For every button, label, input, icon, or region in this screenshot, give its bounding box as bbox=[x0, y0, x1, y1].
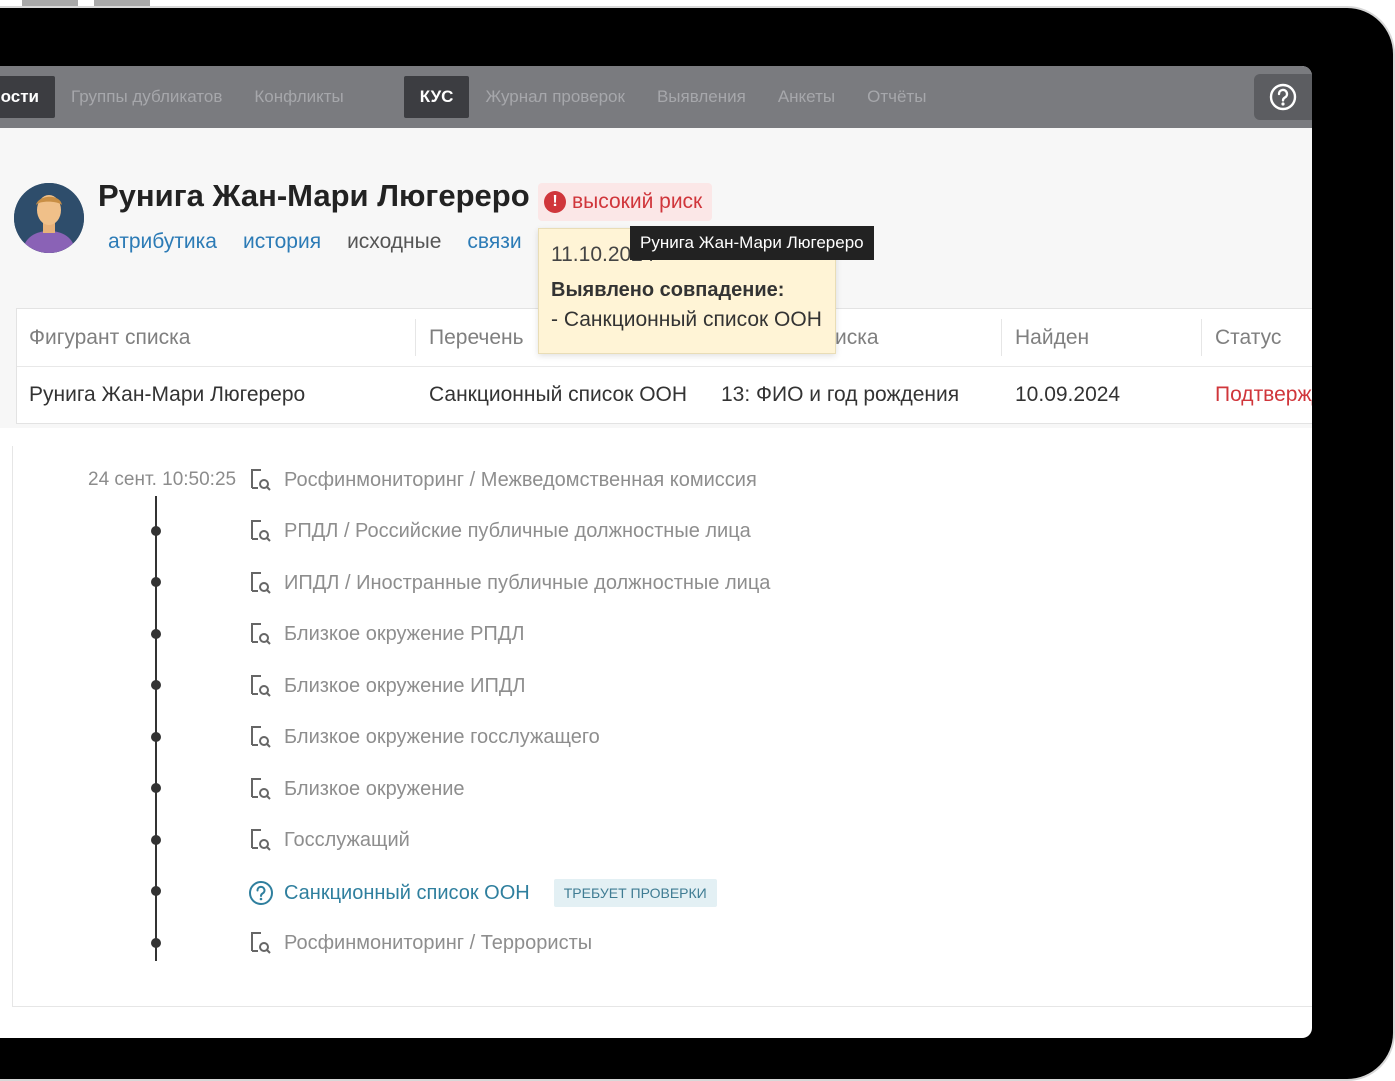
history-item-label: Санкционный список ООН bbox=[284, 881, 530, 904]
nav-item-duplicate-groups[interactable]: Группы дубликатов bbox=[55, 66, 238, 128]
col-header-list: Перечень bbox=[429, 326, 524, 349]
col-header-list-subject: Фигурант списка bbox=[29, 326, 191, 349]
document-search-icon bbox=[251, 675, 271, 697]
nav-item-forms[interactable]: Анкеты bbox=[762, 66, 851, 128]
person-name: Рунига Жан-Мари Люгереро bbox=[98, 178, 530, 213]
tab-history[interactable]: история bbox=[243, 230, 321, 254]
tab-source[interactable]: исходные bbox=[347, 230, 441, 254]
history-item-label: Близкое окружение госслужащего bbox=[284, 725, 600, 748]
col-divider bbox=[1201, 319, 1202, 356]
nav-item-conflicts[interactable]: Конфликты bbox=[238, 66, 359, 128]
cell-match-type: 13: ФИО и год рождения bbox=[721, 383, 960, 406]
document-search-icon bbox=[251, 469, 271, 491]
question-circle-icon bbox=[249, 881, 273, 905]
table-row[interactable]: Рунига Жан-Мари Люгереро Санкционный спи… bbox=[17, 366, 1312, 423]
risk-label: высокий риск bbox=[572, 190, 703, 213]
avatar bbox=[14, 183, 84, 253]
history-timestamp: 24 сент. 10:50:25 bbox=[88, 469, 237, 490]
history-item[interactable]: РПДЛ / Российские публичные должностные … bbox=[248, 518, 751, 544]
cell-list-subject: Рунига Жан-Мари Люгереро bbox=[29, 383, 306, 406]
tab-attributes[interactable]: атрибутика bbox=[108, 230, 217, 254]
user-avatar-icon bbox=[14, 183, 84, 253]
device-frame: щности Группы дубликатов Конфликты КУС Ж… bbox=[0, 8, 1393, 1079]
document-search-icon bbox=[251, 778, 271, 800]
col-header-found: Найден bbox=[1015, 326, 1090, 349]
timeline-dot bbox=[151, 732, 161, 742]
history-item-label: Росфинмониторинг / Межведомственная коми… bbox=[284, 468, 757, 491]
nav-item-reports[interactable]: Отчёты bbox=[851, 66, 942, 128]
popup-line: - Санкционный список ООН bbox=[551, 308, 822, 331]
history-item-label: Близкое окружение ИПДЛ bbox=[284, 674, 526, 697]
timeline-dot bbox=[151, 835, 161, 845]
app-screen: щности Группы дубликатов Конфликты КУС Ж… bbox=[0, 66, 1312, 1038]
history-item-label: ИПДЛ / Иностранные публичные должностные… bbox=[284, 571, 771, 594]
cell-status: Подтверждено bbox=[1215, 383, 1312, 406]
history-item[interactable]: ИПДЛ / Иностранные публичные должностные… bbox=[248, 570, 770, 596]
needs-review-badge: ТРЕБУЕТ ПРОВЕРКИ bbox=[553, 879, 717, 907]
nav-item-check-journal[interactable]: Журнал проверок bbox=[469, 66, 641, 128]
document-search-icon bbox=[251, 932, 271, 954]
document-search-icon bbox=[251, 829, 271, 851]
nav-item-entities[interactable]: щности bbox=[0, 76, 56, 118]
person-tabs: атрибутика история исходные связи bbox=[108, 230, 548, 254]
document-search-icon bbox=[251, 572, 271, 594]
history-item[interactable]: Росфинмониторинг / Террористы bbox=[248, 930, 592, 956]
col-header-match-type: иска bbox=[835, 326, 879, 349]
document-search-icon bbox=[251, 520, 271, 542]
history-item-active[interactable]: Санкционный список ООН ТРЕБУЕТ ПРОВЕРКИ bbox=[248, 879, 717, 907]
timeline-dot bbox=[151, 938, 161, 948]
col-divider bbox=[415, 319, 416, 356]
cell-list: Санкционный список ООН bbox=[429, 383, 688, 406]
history-item-label: Близкое окружение bbox=[284, 777, 465, 800]
cell-found: 10.09.2024 bbox=[1015, 383, 1121, 406]
history-item-label: РПДЛ / Российские публичные должностные … bbox=[284, 519, 751, 542]
history-item-label: Госслужащий bbox=[284, 828, 410, 851]
help-button[interactable] bbox=[1254, 74, 1312, 120]
top-stub-left bbox=[22, 0, 78, 8]
history-item[interactable]: Близкое окружение госслужащего bbox=[248, 724, 600, 750]
top-stub-right bbox=[94, 0, 150, 8]
timeline-dot bbox=[151, 680, 161, 690]
history-item[interactable]: Близкое окружение ИПДЛ bbox=[248, 673, 526, 699]
risk-badge: ! высокий риск bbox=[538, 183, 713, 221]
history-item-label: Росфинмониторинг / Террористы bbox=[284, 931, 593, 954]
popup-title: Выявлено совпадение: bbox=[551, 279, 785, 301]
help-icon bbox=[1269, 83, 1297, 111]
timeline-dot bbox=[151, 886, 161, 896]
history-item[interactable]: Росфинмониторинг / Межведомственная коми… bbox=[248, 467, 757, 493]
document-search-icon bbox=[251, 623, 271, 645]
col-divider bbox=[1001, 319, 1002, 356]
nav-item-kus[interactable]: КУС bbox=[403, 76, 470, 118]
history-item[interactable]: Близкое окружение РПДЛ bbox=[248, 621, 524, 647]
name-tooltip: Рунига Жан-Мари Люгереро bbox=[630, 226, 874, 260]
tab-links[interactable]: связи bbox=[467, 230, 521, 254]
col-header-status: Статус bbox=[1215, 326, 1282, 349]
timeline-dot bbox=[151, 629, 161, 639]
document-search-icon bbox=[251, 726, 271, 748]
history-item[interactable]: Госслужащий bbox=[248, 827, 410, 853]
timeline-dot bbox=[151, 577, 161, 587]
nav-item-detections[interactable]: Выявления bbox=[641, 66, 762, 128]
history-item[interactable]: Близкое окружение bbox=[248, 776, 465, 802]
exclamation-icon: ! bbox=[544, 191, 566, 213]
timeline-dot bbox=[151, 783, 161, 793]
history-item-label: Близкое окружение РПДЛ bbox=[284, 622, 525, 645]
top-nav: щности Группы дубликатов Конфликты КУС Ж… bbox=[0, 66, 1312, 128]
timeline-dot bbox=[151, 526, 161, 536]
